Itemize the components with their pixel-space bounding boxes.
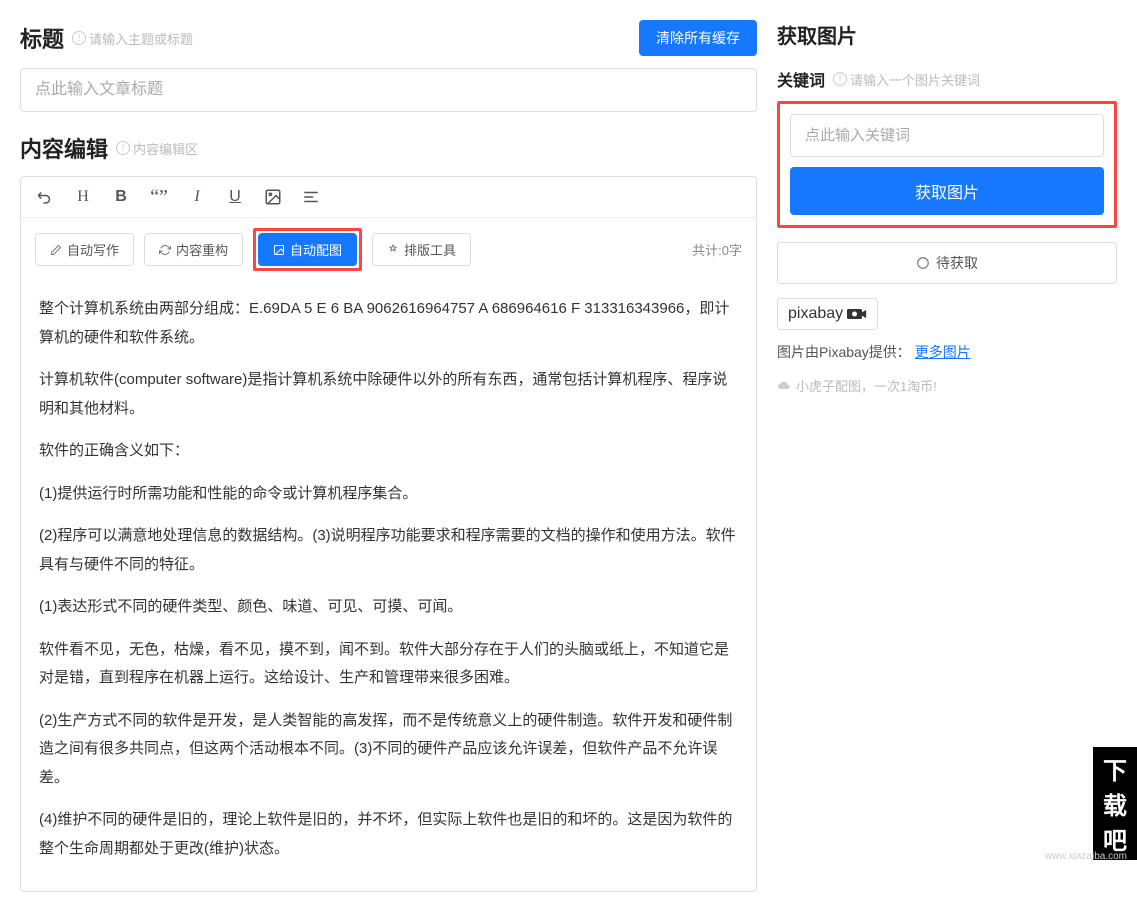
footer-note: 小虎子配图，一次1淘币! — [777, 376, 1117, 395]
provider-text: 图片由Pixabay提供： 更多图片 — [777, 342, 1117, 362]
quote-icon[interactable]: “” — [149, 187, 169, 207]
content-paragraph: 整个计算机系统由两部分组成：E.69DA 5 E 6 BA 9062616964… — [39, 295, 738, 352]
auto-image-highlight: 自动配图 — [253, 228, 362, 271]
clear-cache-button[interactable]: 清除所有缓存 — [639, 20, 757, 56]
content-paragraph: 软件看不见，无色，枯燥，看不见，摸不到，闻不到。软件大部分存在于人们的头脑或纸上… — [39, 636, 738, 693]
undo-icon[interactable] — [35, 187, 55, 207]
keyword-label: 关键词 — [777, 67, 825, 91]
info-icon: ! — [833, 72, 847, 86]
editor-content[interactable]: 整个计算机系统由两部分组成：E.69DA 5 E 6 BA 9062616964… — [21, 281, 756, 891]
title-hint: ! 请输入主题或标题 — [72, 29, 193, 48]
content-paragraph: (1)表达形式不同的硬件类型、颜色、味道、可见、可摸、可闻。 — [39, 593, 738, 622]
pencil-icon — [50, 244, 62, 256]
content-rebuild-button[interactable]: 内容重构 — [144, 233, 243, 266]
cloud-icon — [777, 379, 791, 393]
content-paragraph: (4)维护不同的硬件是旧的，理论上软件是旧的，并不坏，但实际上软件也是旧的和坏的… — [39, 806, 738, 863]
info-icon: ! — [72, 31, 86, 45]
content-paragraph: 软件的正确含义如下： — [39, 437, 738, 466]
heading-icon[interactable]: H — [73, 187, 93, 207]
content-paragraph: (1)提供运行时所需功能和性能的命令或计算机程序集合。 — [39, 480, 738, 509]
keyword-input[interactable] — [790, 114, 1104, 157]
more-images-link[interactable]: 更多图片 — [915, 344, 971, 360]
auto-image-button[interactable]: 自动配图 — [258, 233, 357, 266]
content-paragraph: (2)生产方式不同的软件是开发，是人类智能的高发挥，而不是传统意义上的硬件制造。… — [39, 707, 738, 793]
editor-container: H B “” I U 自动写作 内容重构 — [20, 176, 757, 892]
action-toolbar: 自动写作 内容重构 自动配图 排版工具 共计:0字 — [21, 218, 756, 281]
title-label: 标题 — [20, 22, 64, 54]
editor-section-label: 内容编辑 — [20, 132, 108, 164]
title-section-header: 标题 ! 请输入主题或标题 清除所有缓存 — [20, 20, 757, 56]
pending-button[interactable]: 待获取 — [777, 242, 1117, 284]
image-sidebar: 获取图片 关键词 ! 请输入一个图片关键词 获取图片 待获取 pixabay 图… — [777, 20, 1117, 892]
word-count: 共计:0字 — [692, 240, 742, 259]
align-left-icon[interactable] — [301, 187, 321, 207]
layout-icon — [387, 244, 399, 256]
italic-icon[interactable]: I — [187, 187, 207, 207]
info-icon: ! — [116, 141, 130, 155]
pixabay-badge: pixabay — [777, 298, 878, 330]
image-icon — [273, 244, 285, 256]
format-toolbar: H B “” I U — [21, 177, 756, 218]
circle-icon — [916, 256, 930, 270]
underline-icon[interactable]: U — [225, 187, 245, 207]
layout-tool-button[interactable]: 排版工具 — [372, 233, 471, 266]
get-image-button[interactable]: 获取图片 — [790, 167, 1104, 215]
editor-hint: ! 内容编辑区 — [116, 139, 198, 158]
refresh-icon — [159, 244, 171, 256]
auto-write-button[interactable]: 自动写作 — [35, 233, 134, 266]
content-paragraph: (2)程序可以满意地处理信息的数据结构。(3)说明程序功能要求和程序需要的文档的… — [39, 522, 738, 579]
article-title-input[interactable] — [20, 68, 757, 112]
keyword-hint: ! 请输入一个图片关键词 — [833, 70, 980, 89]
get-image-title: 获取图片 — [777, 20, 1117, 49]
bold-icon[interactable]: B — [111, 187, 131, 207]
image-icon[interactable] — [263, 187, 283, 207]
camera-icon — [847, 307, 867, 321]
keyword-highlight-box: 获取图片 — [777, 101, 1117, 228]
content-paragraph: 计算机软件(computer software)是指计算机系统中除硬件以外的所有… — [39, 366, 738, 423]
